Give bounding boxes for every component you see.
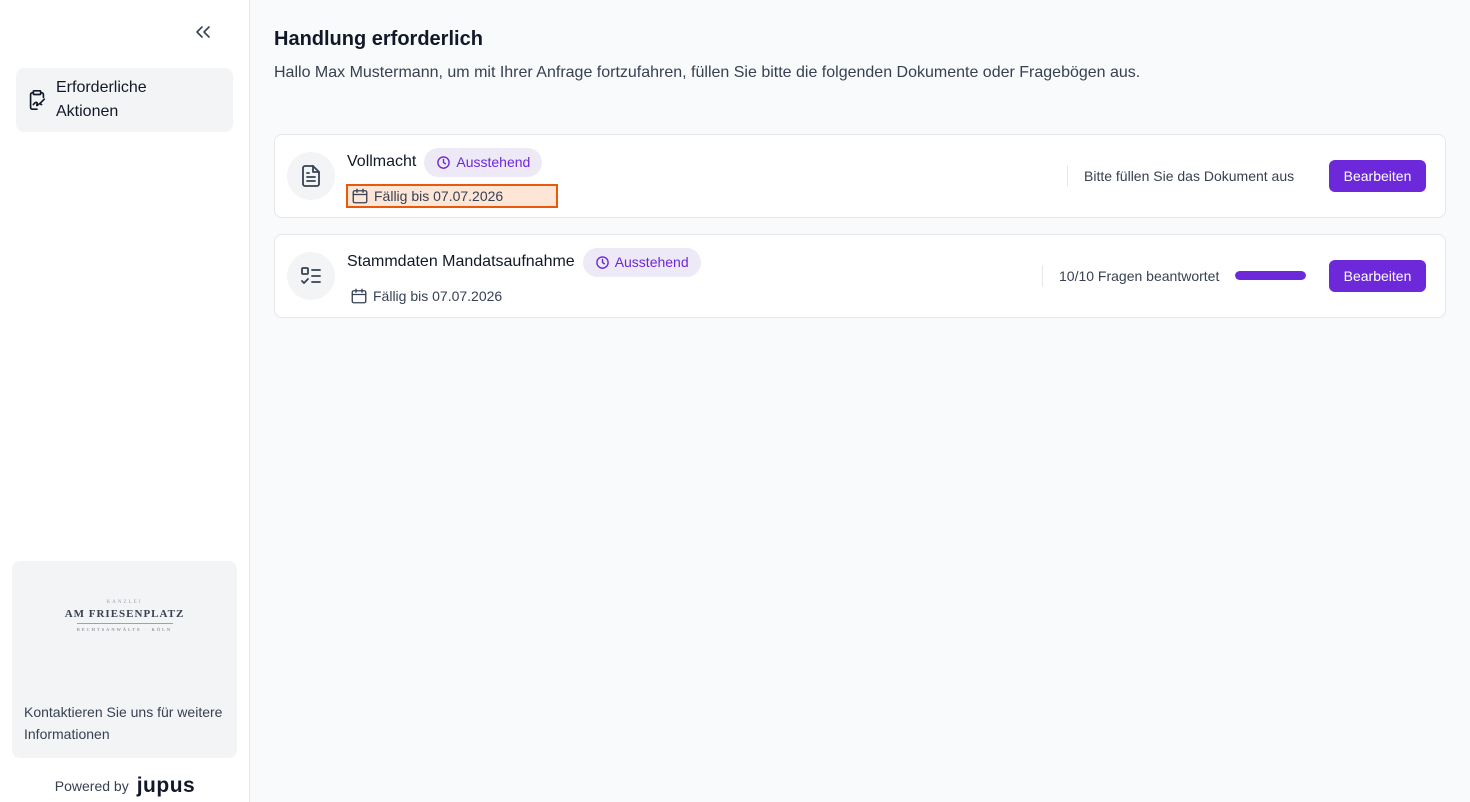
clipboard-signature-icon xyxy=(26,89,48,111)
calendar-icon xyxy=(349,286,369,306)
clock-icon xyxy=(436,154,452,170)
task-info: Bitte füllen Sie das Dokument aus xyxy=(1084,168,1295,184)
status-badge: Ausstehend xyxy=(424,147,543,177)
edit-button[interactable]: Bearbeiten xyxy=(1329,160,1426,192)
collapse-sidebar-icon[interactable] xyxy=(190,20,216,44)
page-title: Handlung erforderlich xyxy=(274,28,483,50)
powered-by: Powered by jupus xyxy=(0,772,250,800)
due-date: Fällig bis 07.07.2026 xyxy=(346,184,558,208)
document-icon xyxy=(287,152,335,200)
checklist-icon xyxy=(287,252,335,300)
jupus-logo[interactable]: jupus xyxy=(137,774,196,798)
task-card-stammdaten: Stammdaten Mandatsaufnahme Ausstehend Fä… xyxy=(274,234,1446,318)
task-card-vollmacht: Vollmacht Ausstehend Fällig bis 07.07.20… xyxy=(274,134,1446,218)
progress-bar-fill xyxy=(1235,271,1306,280)
firm-card: KANZLEI AM FRIESENPLATZ RECHTSANWÄLTE · … xyxy=(12,561,237,758)
sidebar-item-erforderliche-aktionen[interactable]: Erforderliche Aktionen xyxy=(16,68,233,132)
calendar-icon xyxy=(350,186,370,206)
powered-by-label: Powered by xyxy=(54,778,129,794)
due-date: Fällig bis 07.07.2026 xyxy=(347,284,504,308)
edit-button[interactable]: Bearbeiten xyxy=(1329,260,1426,292)
page-subtitle: Hallo Max Mustermann, um mit Ihrer Anfra… xyxy=(274,64,1141,81)
progress-bar xyxy=(1235,271,1306,280)
clock-icon xyxy=(595,254,611,270)
divider xyxy=(1042,265,1043,287)
divider xyxy=(1067,165,1068,187)
status-badge: Ausstehend xyxy=(582,247,701,277)
task-progress-label: 10/10 Fragen beantwortet xyxy=(1059,268,1220,284)
sidebar: Erforderliche Aktionen KANZLEI AM FRIESE… xyxy=(0,0,250,802)
task-title: Stammdaten Mandatsaufnahme xyxy=(347,253,575,270)
sidebar-item-label: Erforderliche Aktionen xyxy=(56,79,147,120)
contact-text: Kontaktieren Sie uns für weitere Informa… xyxy=(24,704,223,742)
task-title: Vollmacht xyxy=(347,153,417,170)
firm-logo: KANZLEI AM FRIESENPLATZ RECHTSANWÄLTE · … xyxy=(64,600,185,632)
